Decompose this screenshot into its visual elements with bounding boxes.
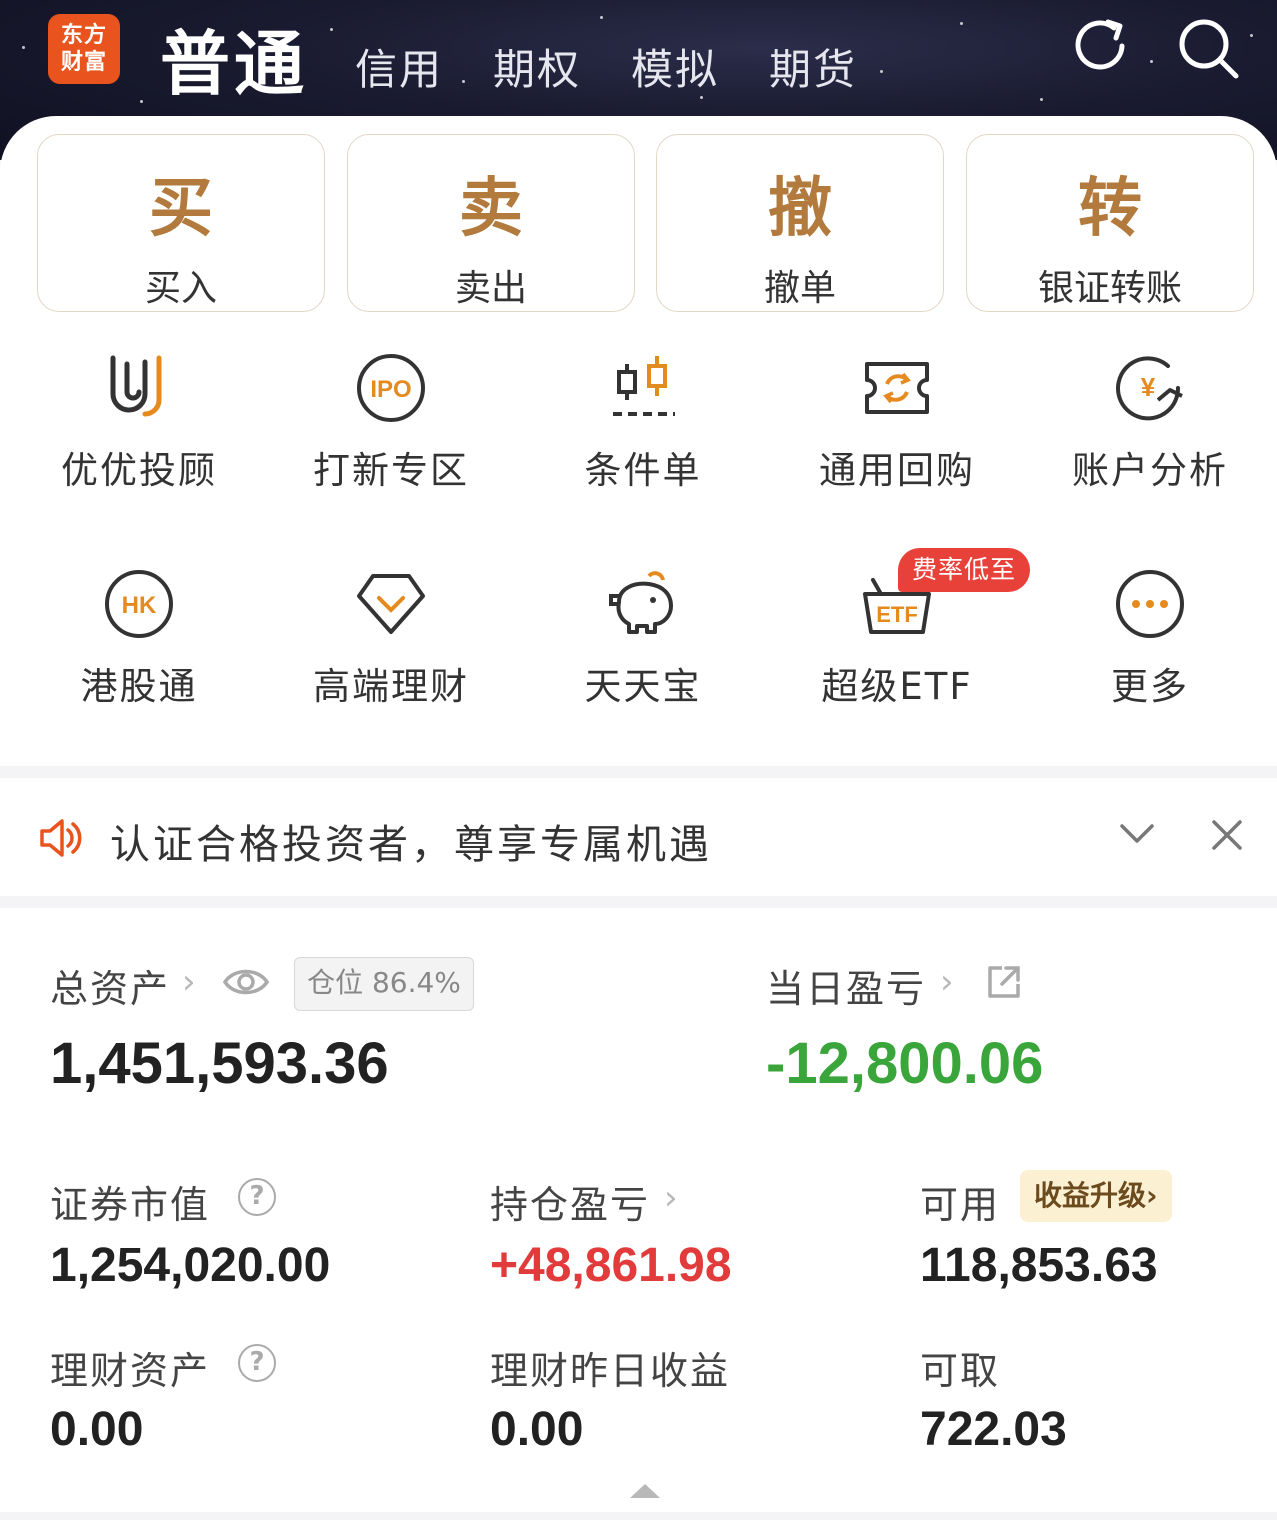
close-icon[interactable] [1210, 818, 1244, 852]
feature-account-analysis[interactable]: ¥ 账户分析 [1025, 350, 1275, 494]
feature-label: 账户分析 [1072, 449, 1228, 492]
feature-label: 更多 [1111, 665, 1189, 708]
chevron-down-icon[interactable] [1118, 822, 1156, 846]
candlestick-condition-icon [613, 356, 675, 416]
buy-glyph: 买 [149, 171, 213, 246]
diamond-icon [357, 574, 425, 634]
feature-hk-connect[interactable]: HK 港股通 [14, 566, 264, 710]
feature-label: 打新专区 [313, 449, 469, 492]
feature-label: 天天宝 [584, 665, 702, 708]
transfer-label: 银证转账 [1037, 268, 1182, 309]
tab-options[interactable]: 期权 [493, 36, 581, 97]
feature-condition-order[interactable]: 条件单 [518, 350, 768, 494]
total-assets-label[interactable]: 总资产 [50, 958, 170, 1013]
eye-icon[interactable] [222, 964, 270, 1000]
feature-label: 条件单 [584, 449, 702, 492]
wealth-assets-value: 0.00 [50, 1403, 144, 1456]
ipo-icon: IPO [357, 354, 425, 422]
share-external-icon[interactable] [986, 964, 1022, 1000]
etf-icon-text: ETF [876, 602, 918, 627]
repurchase-icon [865, 362, 929, 414]
hk-icon: HK [105, 570, 173, 638]
feature-general-repurchase[interactable]: 通用回购 [772, 350, 1022, 494]
youyou-advisor-icon [110, 355, 162, 417]
help-icon[interactable]: ? [238, 1344, 276, 1382]
yen-icon-text: ¥ [1141, 372, 1156, 402]
position-ratio-badge: 仓位 86.4% [294, 957, 474, 1011]
sell-button[interactable]: 卖 卖出 [347, 134, 635, 312]
daily-pl-label[interactable]: 当日盈亏 [766, 958, 926, 1013]
ipo-icon-text: IPO [370, 376, 411, 403]
holding-pl-value: +48,861.98 [490, 1239, 732, 1292]
refresh-icon[interactable] [1070, 16, 1134, 80]
feature-label: 港股通 [80, 665, 198, 708]
available-label: 可用 [920, 1183, 1001, 1227]
tab-futures[interactable]: 期货 [769, 36, 857, 97]
holding-pl-label[interactable]: 持仓盈亏 [490, 1174, 650, 1229]
notice-bar[interactable]: 认证合格投资者，尊享专属机遇 [0, 778, 1277, 896]
cancel-label: 撤单 [763, 268, 836, 309]
available-value: 118,853.63 [920, 1239, 1158, 1292]
chevron-right-icon[interactable]: › [940, 962, 954, 1002]
cancel-order-button[interactable]: 撤 撤单 [656, 134, 944, 312]
chevron-right-icon[interactable]: › [664, 1178, 678, 1218]
buy-button[interactable]: 买 买入 [37, 134, 325, 312]
feature-premium-wealth[interactable]: 高端理财 [266, 566, 516, 710]
wealth-yesterday-label: 理财昨日收益 [490, 1349, 731, 1393]
feature-more[interactable]: 更多 [1025, 566, 1275, 710]
wealth-assets-label: 理财资产 [50, 1349, 211, 1393]
collapse-up-icon[interactable] [628, 1482, 662, 1500]
wealth-yesterday-value: 0.00 [490, 1403, 584, 1456]
account-analysis-icon: ¥ [1116, 356, 1183, 421]
withdrawable-label: 可取 [920, 1349, 1001, 1393]
logo-line-1: 东方 [60, 23, 107, 48]
feature-label: 超级ETF [821, 665, 973, 708]
more-icon [1116, 570, 1184, 638]
market-value-label: 证券市值 [50, 1183, 211, 1227]
hk-icon-text: HK [122, 592, 157, 619]
withdrawable-value: 722.03 [920, 1403, 1067, 1456]
dongfang-caifu-logo: 东方 财富 [48, 14, 120, 84]
notice-text: 认证合格投资者，尊享专属机遇 [110, 822, 712, 868]
transfer-glyph: 转 [1078, 171, 1142, 246]
total-assets-value: 1,451,593.36 [50, 1031, 389, 1096]
cancel-glyph: 撤 [768, 171, 832, 246]
buy-label: 买入 [144, 268, 217, 309]
feature-label: 优优投顾 [61, 449, 217, 492]
feature-label: 通用回购 [819, 449, 975, 492]
earnings-upgrade-badge[interactable]: 收益升级› [1020, 1170, 1172, 1222]
feature-ipo-zone[interactable]: IPO 打新专区 [266, 350, 516, 494]
piggy-bank-icon [609, 571, 673, 634]
logo-line-2: 财富 [60, 50, 107, 75]
speaker-icon [40, 819, 82, 857]
market-value: 1,254,020.00 [50, 1239, 331, 1292]
tab-normal[interactable]: 普通 [160, 8, 308, 109]
tab-simulation[interactable]: 模拟 [631, 36, 719, 97]
sell-label: 卖出 [454, 268, 527, 309]
fee-rate-badge: 费率低至 [898, 548, 1031, 592]
bank-transfer-button[interactable]: 转 银证转账 [966, 134, 1254, 312]
chevron-right-icon[interactable]: › [182, 962, 196, 1002]
feature-tiantianbao[interactable]: 天天宝 [518, 566, 768, 710]
daily-pl-value: -12,800.06 [766, 1031, 1044, 1096]
feature-youyou-advisor[interactable]: 优优投顾 [14, 350, 264, 494]
search-icon[interactable] [1176, 16, 1240, 80]
sell-glyph: 卖 [459, 171, 523, 246]
feature-label: 高端理财 [313, 665, 469, 708]
help-icon[interactable]: ? [238, 1178, 276, 1216]
tab-credit[interactable]: 信用 [355, 36, 443, 97]
